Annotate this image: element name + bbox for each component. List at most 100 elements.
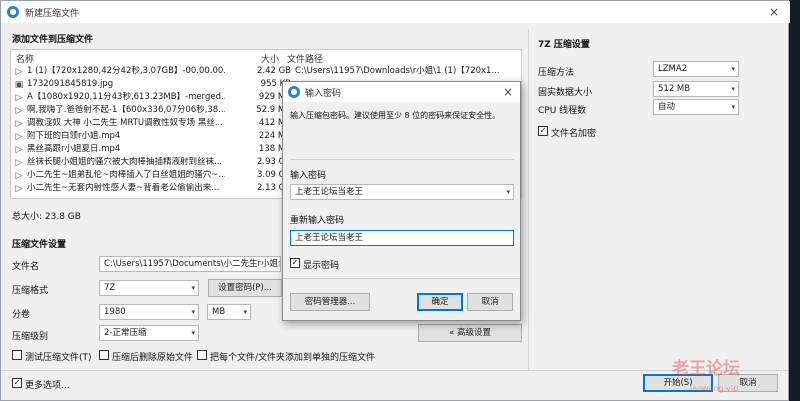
chevron-down-icon: ▾	[731, 103, 735, 111]
level-value: 2-正常压缩	[104, 328, 147, 338]
dialog-divider	[290, 159, 514, 160]
file-name: 黑丝高跟r小姐夏日.mp4	[27, 144, 121, 154]
enter-password-field[interactable]: 上老王论坛当老王 ▾	[290, 184, 514, 200]
video-file-icon: ▷	[15, 119, 23, 129]
file-name: 小二先生~姐弟乱伦~肉棒插入了白丝姐姐的骚穴~...	[27, 170, 225, 180]
total-size: 总大小: 23.8 GB	[12, 212, 81, 222]
title-bar: ● 新建压缩文件 ×	[1, 1, 790, 23]
set-password-button[interactable]: 设置密码(P)...	[208, 279, 282, 297]
enter-password-label: 输入密码	[290, 171, 327, 181]
seven-z-settings-panel: 7Z 压缩设置 压缩方法 LZMA2 ▾ 固实数据大小 512 MB ▾ CPU…	[528, 29, 767, 370]
footer-divider	[1, 370, 788, 371]
table-row[interactable]: ▷ 1 (1)【720x1280,42分42秒,3.07GB】-00.00.00…	[14, 66, 519, 77]
split-label: 分卷	[12, 310, 31, 320]
test-archive-checkbox[interactable]	[12, 350, 22, 360]
encrypt-names-label: 文件名加密	[551, 129, 597, 139]
format-label: 压缩格式	[12, 286, 49, 296]
password-dialog: ● 输入密码 × 输入压缩包密码。建议使用至少 8 位的密码来保证安全性。 输入…	[282, 81, 521, 321]
encrypt-names-checkbox[interactable]: ✓	[538, 126, 548, 136]
advanced-settings-button[interactable]: « 高级设置	[418, 324, 522, 342]
more-options-checkbox[interactable]: ✓	[12, 378, 22, 388]
file-name: 附下班的白领r小姐.mp4	[27, 131, 121, 141]
format-value: 7Z	[104, 283, 116, 293]
file-name: 啊,我嗨了.爸爸射不起-1【600x336,07分06秒,38....	[27, 105, 225, 115]
video-file-icon: ▷	[15, 145, 23, 155]
image-file-icon: ▣	[14, 80, 24, 90]
video-file-icon: ▷	[15, 132, 23, 142]
more-options-label: 更多选项...	[25, 381, 70, 391]
seven-z-title: 7Z 压缩设置	[538, 40, 590, 50]
file-name: A【1080x1920,11分43秒,613.23MB】-merged...	[27, 92, 225, 102]
threads-label: CPU 线程数	[538, 106, 587, 116]
dialog-close-icon[interactable]: ×	[497, 83, 519, 101]
watermark-logo: 老王论坛	[672, 359, 740, 379]
chevron-down-icon: ▾	[191, 329, 195, 337]
file-path: C:\Users\11957\Downloads\r小姐\1 (1)【720x1…	[295, 66, 500, 76]
show-password-checkbox[interactable]: ✓	[290, 258, 300, 268]
dialog-title: 输入密码	[305, 89, 342, 99]
video-file-icon: ▷	[15, 67, 23, 77]
filename-field[interactable]: C:\Users\11957\Documents\小二先生r小姐合集	[99, 256, 281, 272]
chevron-down-icon: ▾	[243, 308, 247, 316]
dict-size-label: 固实数据大小	[538, 88, 593, 98]
settings-section-title: 压缩文件设置	[12, 240, 67, 250]
column-header-name[interactable]: 名称	[16, 52, 34, 65]
file-name: 调教淫奴 大神 小二先生 MRTU调教性奴专场 黑丝...	[27, 118, 223, 128]
level-select[interactable]: 2-正常压缩 ▾	[99, 325, 199, 341]
column-header-size[interactable]: 大小	[261, 52, 279, 65]
chevron-down-icon: ▾	[191, 308, 195, 316]
chevron-down-icon: ▾	[731, 85, 735, 93]
delete-after-label: 压缩后删除原始文件	[112, 353, 194, 363]
file-name: 丝袜长腿小姐姐的骚穴被大肉棒抽插精液射到丝袜...	[27, 157, 223, 167]
delete-after-checkbox[interactable]	[99, 350, 109, 360]
app-icon: ●	[7, 6, 19, 18]
dict-size-select[interactable]: 512 MB ▾	[653, 81, 739, 97]
dialog-title-bar: ● 输入密码 ×	[283, 82, 520, 102]
threads-select[interactable]: 自动 ▾	[653, 99, 739, 115]
chevron-down-icon: ▾	[506, 188, 510, 196]
dialog-description: 输入压缩包密码。建议使用至少 8 位的密码来保证安全性。	[290, 111, 501, 120]
file-name: 1 (1)【720x1280,42分42秒,3.07GB】-00.00.00..…	[27, 66, 225, 76]
close-icon[interactable]: ×	[763, 3, 785, 21]
separate-each-checkbox[interactable]	[197, 350, 207, 360]
video-file-icon: ▷	[15, 184, 23, 194]
file-section-title: 添加文件到压缩文件	[12, 35, 94, 45]
method-label: 压缩方法	[538, 68, 575, 78]
split-unit-value: MB	[212, 307, 226, 317]
enter-password-value: 上老王论坛当老王	[295, 187, 364, 197]
test-archive-label: 测试压缩文件(T)	[25, 353, 92, 363]
show-password-label: 显示密码	[303, 261, 340, 271]
app-icon: ●	[288, 86, 300, 98]
chevron-down-icon: ▾	[731, 65, 735, 73]
video-file-icon: ▷	[15, 93, 23, 103]
dialog-footer-divider	[283, 278, 520, 279]
video-file-icon: ▷	[15, 106, 23, 116]
separate-each-label: 把每个文件/文件夹添加到单独的压缩文件	[210, 353, 376, 363]
window-title: 新建压缩文件	[25, 9, 80, 19]
method-select[interactable]: LZMA2 ▾	[653, 61, 739, 77]
split-size-value: 1980	[104, 307, 126, 317]
video-file-icon: ▷	[15, 171, 23, 181]
reenter-password-field[interactable]: 上老王论坛当老王	[290, 230, 514, 246]
column-header-path[interactable]: 文件路径	[287, 52, 323, 65]
level-label: 压缩级别	[12, 332, 49, 342]
file-size: 2.42 GB	[256, 66, 291, 76]
split-unit-select[interactable]: MB ▾	[207, 304, 251, 320]
video-file-icon: ▷	[15, 158, 23, 168]
file-name: 小二先生~无套内射性感人妻~背着老公偷偷出来...	[27, 183, 220, 193]
watermark-url: laowang.vip	[690, 384, 739, 393]
method-value: LZMA2	[658, 64, 688, 74]
split-size-select[interactable]: 1980 ▾	[99, 304, 199, 320]
dialog-ok-button[interactable]: 确定	[417, 293, 463, 311]
password-manager-button[interactable]: 密码管理器...	[290, 293, 370, 311]
dict-size-value: 512 MB	[658, 84, 691, 94]
new-archive-window: ● 新建压缩文件 × 添加文件到压缩文件 名称 大小 文件路径 ▷ 1 (1)【…	[0, 0, 790, 401]
filename-label: 文件名	[12, 262, 40, 272]
reenter-password-label: 重新输入密码	[290, 216, 345, 226]
file-name: 1732091845819.jpg	[27, 79, 114, 89]
threads-value: 自动	[658, 102, 676, 112]
dialog-cancel-button[interactable]: 取消	[467, 293, 513, 311]
format-select[interactable]: 7Z ▾	[99, 280, 199, 296]
chevron-down-icon: ▾	[191, 284, 195, 292]
desktop-background	[789, 0, 800, 401]
